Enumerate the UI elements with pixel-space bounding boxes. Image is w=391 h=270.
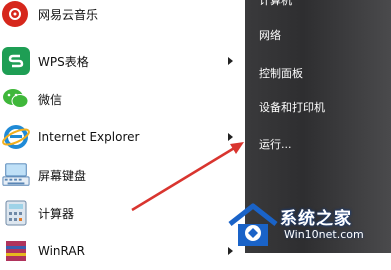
watermark-title: 系统之家 — [280, 209, 352, 229]
watermark-url: Win10net.com — [284, 228, 364, 241]
watermark-logo: 系统之家 Win10net.com — [218, 200, 391, 253]
watermark-house-icon — [228, 203, 278, 246]
